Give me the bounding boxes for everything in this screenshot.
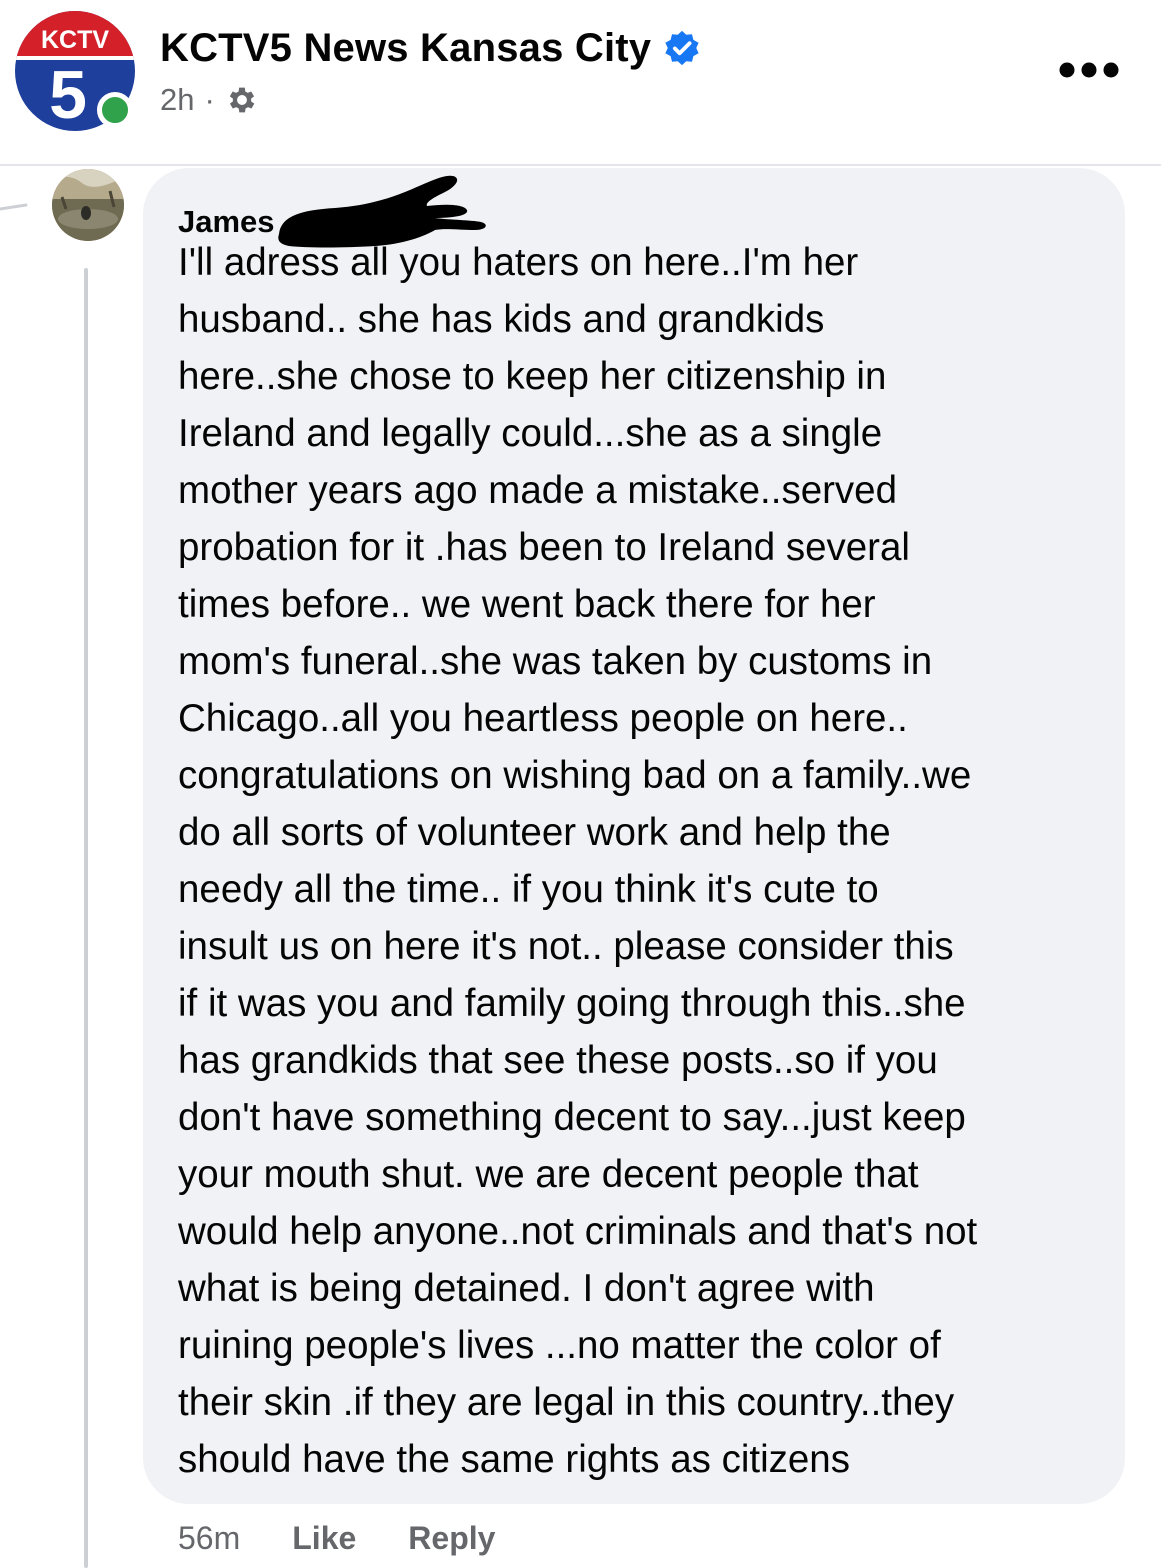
commenter-avatar[interactable] <box>52 169 124 241</box>
like-button[interactable]: Like <box>292 1520 356 1557</box>
comment-timestamp[interactable]: 56m <box>178 1520 240 1557</box>
online-status-dot <box>97 92 133 128</box>
logo-text: KCTV <box>41 26 109 54</box>
verified-badge-icon <box>665 30 699 66</box>
more-options-icon[interactable] <box>1058 58 1120 82</box>
meta-separator: · <box>204 82 215 117</box>
page-name[interactable]: KCTV5 News Kansas City <box>160 26 651 71</box>
post-meta: 2h · <box>160 80 259 120</box>
thread-connector <box>0 203 28 211</box>
post-timestamp[interactable]: 2h <box>160 82 194 118</box>
comment-text: I'll adress all you haters on here..I'm … <box>178 241 978 1481</box>
comment-bubble: James I'll adress all you haters on here… <box>143 168 1125 1504</box>
page-name-row: KCTV5 News Kansas City <box>160 22 701 74</box>
settings-gear-icon[interactable] <box>225 83 259 117</box>
post-header: KCTV 5 KCTV5 News Kansas City 2h · <box>0 0 1161 166</box>
reply-thread-line <box>84 268 88 1568</box>
logo-number: 5 <box>49 57 87 132</box>
comment-actions: 56m Like Reply <box>178 1520 547 1557</box>
reply-button[interactable]: Reply <box>408 1520 495 1557</box>
